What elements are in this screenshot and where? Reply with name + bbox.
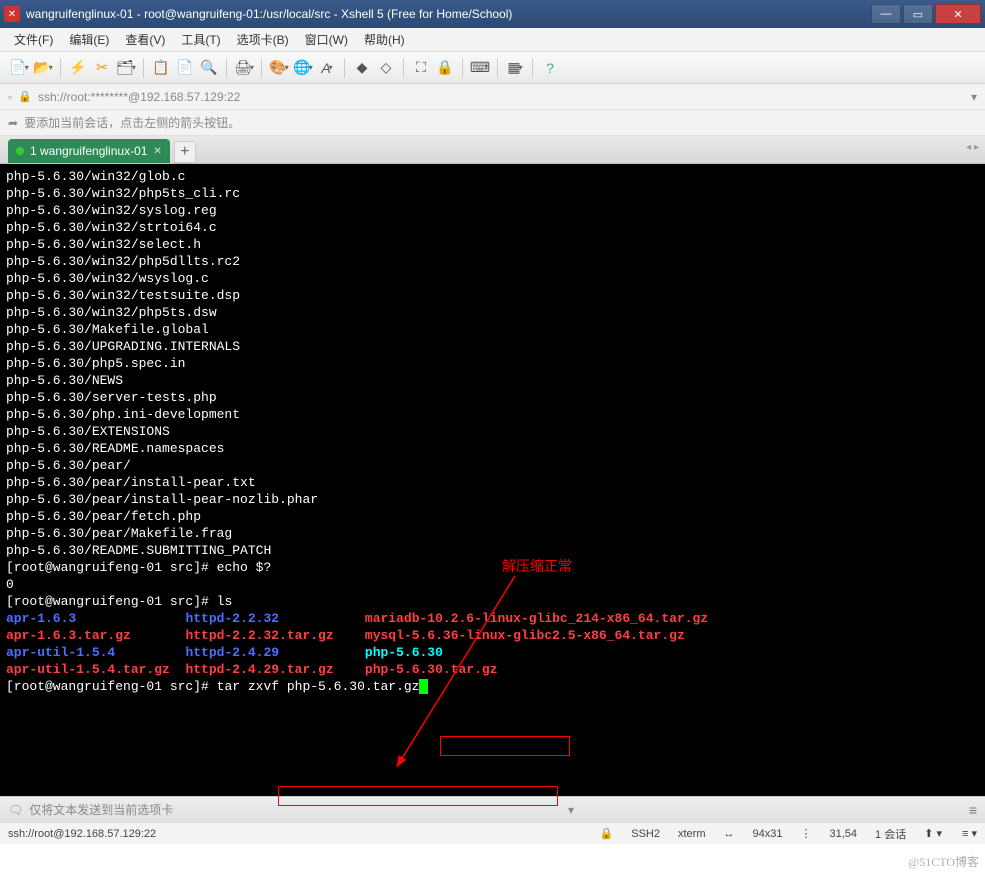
status-size: 94x31 xyxy=(753,828,783,840)
status-connection: ssh://root@192.168.57.129:22 xyxy=(8,828,156,840)
address-text[interactable]: ssh://root:********@192.168.57.129:22 xyxy=(38,90,240,104)
lock-icon[interactable]: 🔒 xyxy=(434,57,456,79)
status-term: xterm xyxy=(678,828,706,840)
close-button[interactable]: ✕ xyxy=(935,4,981,24)
addr-lock-icon: 🔒 xyxy=(18,90,32,103)
status-pos: 31,54 xyxy=(829,828,857,840)
open-icon[interactable]: 📂▾ xyxy=(32,57,54,79)
paste-icon[interactable]: 📄 xyxy=(174,57,196,79)
font-icon[interactable]: A▾ xyxy=(316,57,338,79)
menu-file[interactable]: 文件(F) xyxy=(8,29,59,50)
session-tab[interactable]: 1 wangruifenglinux-01 ✕ xyxy=(8,139,170,163)
status-bar: ssh://root@192.168.57.129:22 🔒 SSH2 xter… xyxy=(0,822,985,844)
window-title: wangruifenglinux-01 - root@wangruifeng-0… xyxy=(26,7,871,21)
compose-placeholder[interactable]: 仅将文本发送到当前选项卡 xyxy=(29,801,173,818)
tile-icon[interactable]: ▦▾ xyxy=(504,57,526,79)
properties-icon[interactable]: 🗂▾ xyxy=(115,57,137,79)
window-controls: — ▭ ✕ xyxy=(871,4,981,24)
address-bar: ◦ 🔒 ssh://root:********@192.168.57.129:2… xyxy=(0,84,985,110)
watermark: @51CTO博客 xyxy=(908,853,979,870)
tab-status-icon xyxy=(16,147,24,155)
minimize-button[interactable]: — xyxy=(871,4,901,24)
tab-strip: 1 wangruifenglinux-01 ✕ + ◂ ▸ xyxy=(0,136,985,164)
menu-window[interactable]: 窗口(W) xyxy=(299,29,354,50)
app-icon: ✕ xyxy=(4,6,20,22)
hint-arrow-icon[interactable]: ➦ xyxy=(8,116,18,130)
compose-mode-icon[interactable]: 🗨 xyxy=(8,803,23,817)
print-icon[interactable]: 🖨▾ xyxy=(233,57,255,79)
toolbar: 📄▾ 📂▾ ⚡ ✂ 🗂▾ 📋 📄 🔍 🖨▾ 🎨▾ 🌐▾ A▾ ◆ ◇ ⛶ 🔒 ⌨… xyxy=(0,52,985,84)
help-icon[interactable]: ? xyxy=(539,57,561,79)
window-titlebar: ✕ wangruifenglinux-01 - root@wangruifeng… xyxy=(0,0,985,28)
maximize-button[interactable]: ▭ xyxy=(903,4,933,24)
addr-dropdown-icon[interactable]: ▾ xyxy=(971,90,977,104)
xagent-icon[interactable]: ◆ xyxy=(351,57,373,79)
hint-text: 要添加当前会话，点击左侧的箭头按钮。 xyxy=(24,114,240,131)
menu-tab[interactable]: 选项卡(B) xyxy=(231,29,295,50)
encoding-icon[interactable]: 🌐▾ xyxy=(292,57,314,79)
fullscreen-icon[interactable]: ⛶ xyxy=(410,57,432,79)
status-ssh-icon: 🔒 xyxy=(600,827,614,840)
reconnect-icon[interactable]: ⚡ xyxy=(67,57,89,79)
num-icon: ≡ ▾ xyxy=(962,827,977,840)
menu-edit[interactable]: 编辑(E) xyxy=(63,29,115,50)
xftp-icon[interactable]: ◇ xyxy=(375,57,397,79)
compose-menu-icon[interactable]: ≡ xyxy=(969,802,977,818)
compose-dropdown-icon[interactable]: ▾ xyxy=(568,803,574,817)
tab-close-icon[interactable]: ✕ xyxy=(153,146,161,157)
menu-view[interactable]: 查看(V) xyxy=(119,29,171,50)
menu-tools[interactable]: 工具(T) xyxy=(175,29,226,50)
tab-label: 1 wangruifenglinux-01 xyxy=(30,144,147,158)
caps-icon: ⬆ ▾ xyxy=(924,827,942,840)
menu-help[interactable]: 帮助(H) xyxy=(358,29,411,50)
status-ssh: SSH2 xyxy=(631,828,660,840)
status-sessions: 1 会话 xyxy=(875,826,906,842)
disconnect-icon[interactable]: ✂ xyxy=(91,57,113,79)
copy-icon[interactable]: 📋 xyxy=(150,57,172,79)
addr-bullet-icon: ◦ xyxy=(8,90,12,104)
terminal-output[interactable]: php-5.6.30/win32/glob.c php-5.6.30/win32… xyxy=(0,164,985,796)
status-size-icon: ↔ xyxy=(724,828,735,840)
color-icon[interactable]: 🎨▾ xyxy=(268,57,290,79)
menu-bar: 文件(F) 编辑(E) 查看(V) 工具(T) 选项卡(B) 窗口(W) 帮助(… xyxy=(0,28,985,52)
new-session-icon[interactable]: 📄▾ xyxy=(8,57,30,79)
find-icon[interactable]: 🔍 xyxy=(198,57,220,79)
hint-bar: ➦ 要添加当前会话，点击左侧的箭头按钮。 xyxy=(0,110,985,136)
compose-bar: 🗨 仅将文本发送到当前选项卡 ▾ ≡ xyxy=(0,796,985,822)
add-tab-button[interactable]: + xyxy=(174,141,196,163)
keyboard-icon[interactable]: ⌨ xyxy=(469,57,491,79)
status-pos-icon: ⋮ xyxy=(800,827,811,840)
tab-nav-icon[interactable]: ◂ ▸ xyxy=(966,142,979,153)
